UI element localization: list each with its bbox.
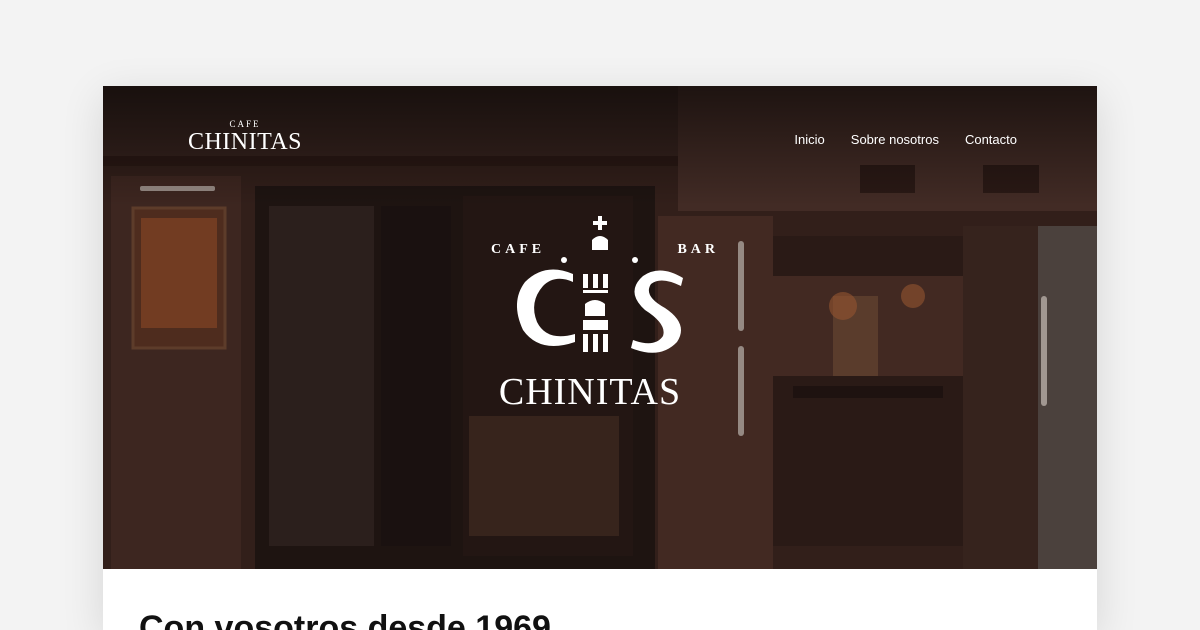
nav-link-contacto[interactable]: Contacto [965, 132, 1017, 147]
brand-logo[interactable]: CAFE CHINITAS [183, 119, 307, 164]
nav-link-sobre-nosotros[interactable]: Sobre nosotros [851, 132, 939, 147]
hero-logo-name: CHINITAS [498, 371, 682, 413]
brand-name-text: CHINITAS [187, 129, 303, 155]
main-nav: Inicio Sobre nosotros Contacto [794, 132, 1017, 147]
nav-link-inicio[interactable]: Inicio [794, 132, 824, 147]
top-navigation-bar: CAFE CHINITAS Inicio Sobre nosotros Cont… [103, 86, 1097, 206]
cs-monogram-icon [516, 216, 683, 353]
browser-frame: CAFE CHINITAS Inicio Sobre nosotros Cont… [103, 86, 1097, 630]
content-section: Con vosotros desde 1969 [103, 569, 1097, 630]
page-headline: Con vosotros desde 1969 [139, 609, 551, 630]
hero-banner: CAFE CHINITAS Inicio Sobre nosotros Cont… [103, 86, 1097, 569]
hero-logo: CAFE BAR CHINITAS [475, 212, 725, 422]
brand-cafe-text: CAFE [229, 119, 261, 129]
